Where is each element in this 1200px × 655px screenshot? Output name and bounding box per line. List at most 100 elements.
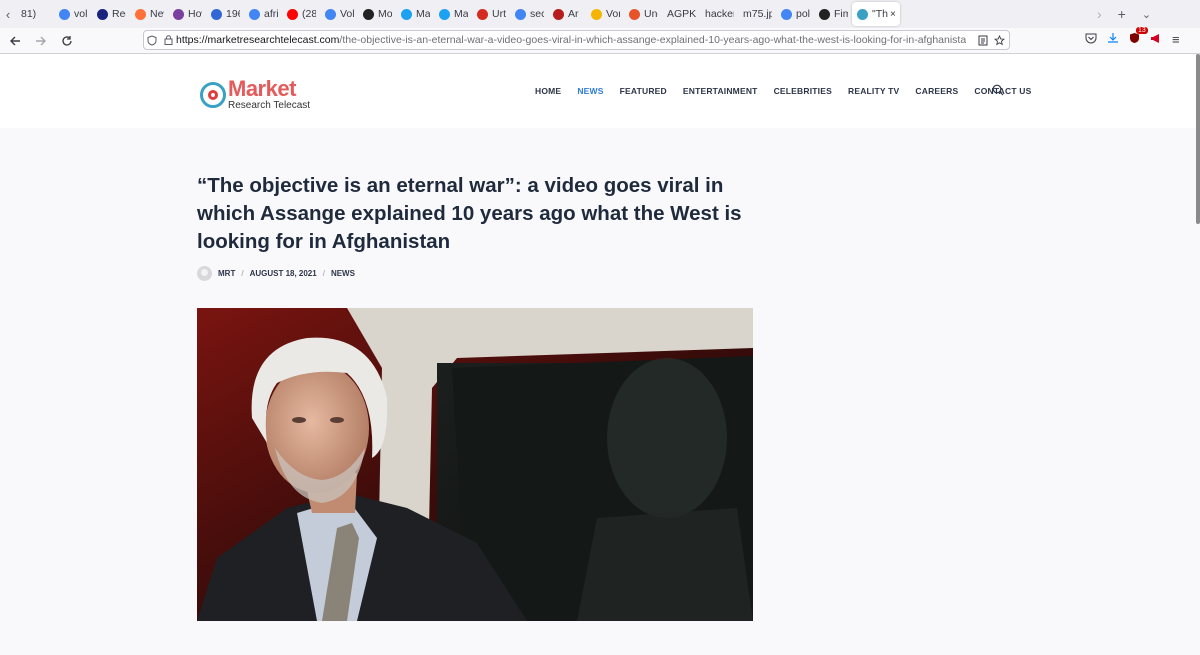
menu-item-entertainment[interactable]: ENTERTAINMENT: [683, 86, 758, 96]
tab-favicon-icon: [857, 8, 868, 20]
tab[interactable]: m75.jpg: [738, 2, 776, 26]
tab-favicon-icon: [553, 8, 564, 20]
main-menu: HOME NEWS FEATURED ENTERTAINMENT CELEBRITIES…: [535, 86, 1047, 96]
reload-button[interactable]: [54, 30, 80, 52]
tab-strip: ‹ 81) volke Rech New How 1968 afrik (282 Volk Mon…: [0, 0, 1200, 28]
menu-item-news[interactable]: NEWS: [577, 86, 603, 96]
tab[interactable]: Mon: [358, 2, 396, 26]
shield-icon[interactable]: [144, 34, 160, 46]
target-logo-icon: [200, 81, 226, 108]
tab[interactable]: AGPKJP: [662, 2, 700, 26]
tab-title: Fimo: [834, 8, 848, 20]
tab[interactable]: (282: [282, 2, 320, 26]
new-tab-button[interactable]: +: [1118, 6, 1126, 22]
meta-separator: /: [322, 269, 325, 278]
tab-favicon-icon: [591, 8, 602, 20]
tab-scroll-left-button[interactable]: ‹: [0, 0, 16, 28]
tab[interactable]: Ar 6: [548, 2, 586, 26]
tab-title: Mon: [378, 8, 392, 20]
tab-active[interactable]: "Th ×: [852, 2, 900, 26]
tab-scroll-right-button[interactable]: ›: [1097, 6, 1102, 22]
navigation-toolbar: https://marketresearchtelecast.com/the-o…: [0, 27, 1200, 54]
search-icon[interactable]: [992, 84, 1004, 96]
list-all-tabs-icon[interactable]: ⌄: [1142, 8, 1151, 21]
tab[interactable]: 1968: [206, 2, 244, 26]
tab-title: (282: [302, 8, 316, 20]
tab-title: 81): [21, 8, 37, 20]
menu-item-reality-tv[interactable]: REALITY TV: [848, 86, 899, 96]
tab-favicon-icon: [819, 8, 830, 20]
tab-favicon-icon: [401, 8, 412, 20]
tab[interactable]: How: [168, 2, 206, 26]
author-avatar[interactable]: [197, 266, 212, 281]
tab-close-icon[interactable]: ×: [890, 9, 896, 20]
tab-title: m75.jpg: [743, 8, 772, 20]
menu-item-celebrities[interactable]: CELEBRITIES: [774, 86, 832, 96]
page-scrollbar[interactable]: [1196, 54, 1200, 224]
tab[interactable]: Urte: [472, 2, 510, 26]
ublock-extension-icon[interactable]: 13: [1129, 27, 1148, 47]
tab[interactable]: Rech: [92, 2, 130, 26]
menu-item-featured[interactable]: FEATURED: [620, 86, 667, 96]
tab-favicon-icon: [363, 8, 374, 20]
pocket-icon[interactable]: [1085, 33, 1097, 47]
tab-title: Vorla: [606, 8, 620, 20]
app-menu-icon[interactable]: ≡: [1172, 32, 1180, 47]
tab-title: Volk: [340, 8, 354, 20]
tab[interactable]: afrik: [244, 2, 282, 26]
forward-button[interactable]: [28, 30, 54, 52]
menu-item-home[interactable]: HOME: [535, 86, 561, 96]
forward-arrow-icon: [36, 36, 46, 45]
tab-favicon-icon: [249, 8, 260, 20]
tab-favicon-icon: [439, 8, 450, 20]
tab-favicon-icon: [477, 8, 488, 20]
url-text[interactable]: https://marketresearchtelecast.com/the-o…: [176, 34, 966, 46]
tab[interactable]: 81): [16, 2, 54, 26]
tab-favicon-icon: [173, 8, 184, 20]
megaphone-icon[interactable]: [1150, 33, 1162, 47]
category-link[interactable]: NEWS: [331, 269, 355, 278]
tab-title: secu: [530, 8, 544, 20]
tab[interactable]: Fimo: [814, 2, 852, 26]
tab-favicon-icon: [629, 8, 640, 20]
tab-title: volke: [74, 8, 88, 20]
menu-item-careers[interactable]: CAREERS: [915, 86, 958, 96]
reader-view-icon[interactable]: [975, 35, 991, 46]
tab[interactable]: Vorla: [586, 2, 624, 26]
lock-icon[interactable]: [160, 35, 176, 45]
post-date: AUGUST 18, 2021: [249, 269, 317, 278]
tab[interactable]: Uno: [624, 2, 662, 26]
tab-favicon-icon: [97, 8, 108, 20]
article-meta: MRT / AUGUST 18, 2021 / NEWS: [197, 266, 355, 281]
tab-title: 1968: [226, 8, 240, 20]
tab-favicon-icon: [59, 8, 70, 20]
downloads-icon[interactable]: [1107, 32, 1119, 47]
back-button[interactable]: [2, 30, 28, 52]
tab-title: Uno: [644, 8, 658, 20]
bookmark-star-icon[interactable]: [991, 34, 1007, 46]
tab-favicon-icon: [135, 8, 146, 20]
reload-icon: [62, 35, 72, 46]
tab[interactable]: Marc: [396, 2, 434, 26]
tab-title: poliz: [796, 8, 810, 20]
tab[interactable]: secu: [510, 2, 548, 26]
tab-title: hackers: [705, 8, 734, 20]
tab[interactable]: Marc: [434, 2, 472, 26]
article-title: “The objective is an eternal war”: a vid…: [197, 174, 742, 253]
author-link[interactable]: MRT: [218, 269, 235, 278]
tab[interactable]: volke: [54, 2, 92, 26]
tab-favicon-icon: [515, 8, 526, 20]
tab[interactable]: Volk: [320, 2, 358, 26]
tab-title: Marc: [454, 8, 468, 20]
tab[interactable]: poliz: [776, 2, 814, 26]
tab-title: New: [150, 8, 164, 20]
site-header: Market Research Telecast HOME NEWS FEATURE…: [0, 54, 1197, 128]
tab-favicon-icon: [287, 8, 298, 20]
tab[interactable]: New: [130, 2, 168, 26]
site-logo[interactable]: Market Research Telecast: [200, 78, 310, 111]
address-bar[interactable]: https://marketresearchtelecast.com/the-o…: [143, 30, 1010, 50]
tab-title: How: [188, 8, 202, 20]
tab[interactable]: hackers: [700, 2, 738, 26]
tab-title: AGPKJP: [667, 8, 696, 20]
tab-title: afrik: [264, 8, 278, 20]
